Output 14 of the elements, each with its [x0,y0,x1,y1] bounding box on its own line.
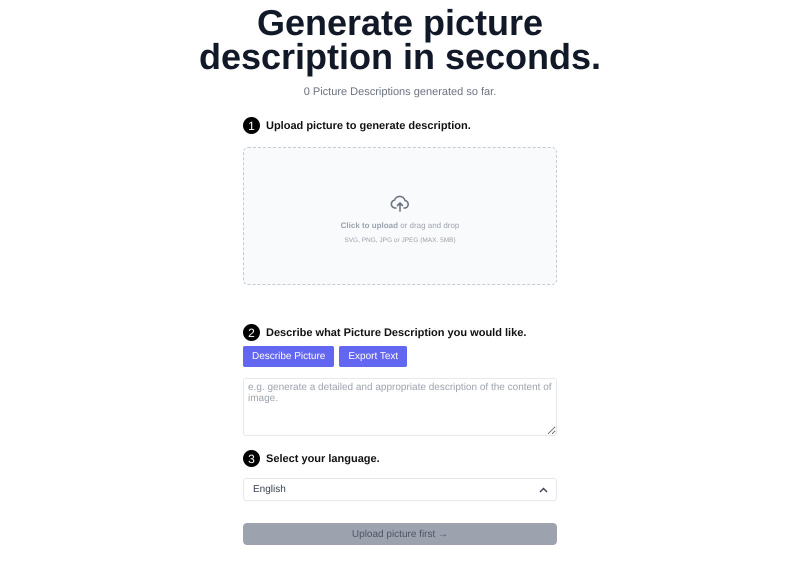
mode-button[interactable]: Describe Picture [243,346,334,367]
upload-cloud-icon [390,194,410,212]
step-number: 2 [243,324,260,341]
mode-button[interactable]: Export Text [339,346,408,367]
step-label: Describe what Picture Description you would like. [266,326,526,338]
step-label: Select your language. [266,452,380,464]
page-title: Generate picture description in seconds. [198,6,602,74]
step-number: 1 [243,117,260,134]
step-number: 3 [243,450,260,467]
upload-prompt: Click to upload or drag and drop [340,220,460,230]
step-label: Upload picture to generate description. [266,120,471,132]
language-select[interactable]: English [243,478,557,501]
description-field[interactable]: e.g. generate a detailed and appropriate description of the content of image. [243,378,557,436]
counter-text: 0 Picture Descriptions generated so far. [304,86,496,98]
